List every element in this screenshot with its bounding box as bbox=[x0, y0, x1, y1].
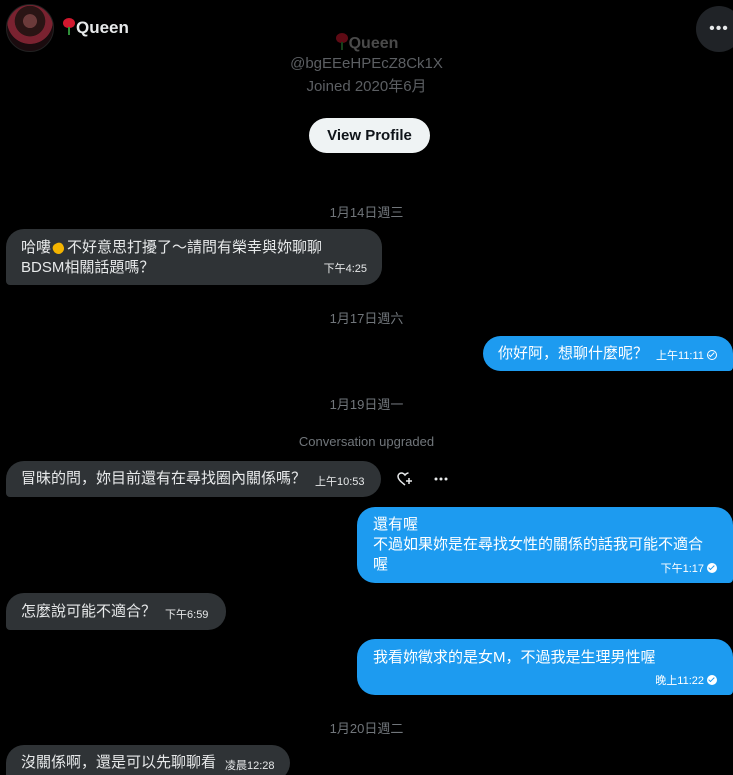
waving-hand-icon bbox=[51, 239, 67, 255]
sent-check-icon bbox=[706, 349, 717, 360]
message-text: 還有喔 bbox=[373, 516, 419, 533]
message-sent[interactable]: 我看妳徵求的是女M，不過我是生理男性喔 晚上11:22 bbox=[357, 639, 733, 695]
message-text: 不過如果妳是在尋找女性的關係的話我可能不適合 bbox=[373, 536, 704, 553]
profile-name-label: Queen bbox=[348, 35, 399, 52]
add-reaction-icon[interactable] bbox=[396, 470, 414, 488]
message-text: 哈嘍 不好意思打擾了～請問有榮幸與妳聊聊 bbox=[21, 239, 323, 256]
message-text: 我看妳徵求的是女M，不過我是生理男性喔 bbox=[373, 649, 656, 666]
date-separator: 1月17日週六 bbox=[329, 311, 404, 326]
message-text: 怎麼說可能不適合？ bbox=[21, 602, 157, 620]
message-timestamp: 上午10:53 bbox=[315, 476, 365, 488]
message-text: 沒關係啊，還是可以先聊聊看 bbox=[21, 754, 217, 771]
profile-name: Queen bbox=[0, 33, 733, 53]
message-received[interactable]: 沒關係啊，還是可以先聊聊看 凌晨12:28 bbox=[6, 745, 290, 775]
profile-joined: Joined 2020年6月 bbox=[306, 78, 427, 95]
message-timestamp: 下午6:59 bbox=[165, 608, 209, 621]
message-received[interactable]: 冒昧的問，妳目前還有在尋找圈內關係嗎？ 上午10:53 bbox=[6, 461, 381, 497]
rose-icon bbox=[335, 33, 349, 50]
message-text: 冒昧的問，妳目前還有在尋找圈內關係嗎？ bbox=[21, 470, 307, 487]
more-options-icon[interactable] bbox=[432, 470, 450, 488]
message-timestamp: 下午4:25 bbox=[323, 263, 367, 275]
date-separator: 1月14日週三 bbox=[329, 205, 404, 220]
message-timestamp: 下午1:17 bbox=[661, 562, 717, 576]
conversation-upgraded-note: Conversation upgraded bbox=[298, 434, 435, 449]
message-received[interactable]: 怎麼說可能不適合？ 下午6:59 bbox=[6, 593, 226, 630]
date-separator: 1月20日週二 bbox=[329, 721, 404, 736]
profile-handle: @bgEEeHPEcZ8Ck1X bbox=[290, 55, 443, 72]
view-profile-button[interactable]: View Profile bbox=[309, 118, 430, 153]
message-timestamp: 凌晨12:28 bbox=[225, 760, 275, 772]
message-received[interactable]: 哈嘍 不好意思打擾了～請問有榮幸與妳聊聊 BDSM相關話題嗎？ 下午4:25 bbox=[6, 229, 382, 285]
date-separator: 1月19日週一 bbox=[329, 397, 404, 412]
message-timestamp: 晚上11:22 bbox=[655, 674, 717, 688]
message-sent[interactable]: 你好阿，想聊什麼呢？ 上午11:11 bbox=[483, 336, 733, 371]
message-text: 你好阿，想聊什麼呢？ bbox=[498, 344, 649, 362]
sent-check-icon bbox=[707, 563, 717, 573]
sent-check-icon bbox=[707, 675, 717, 685]
message-text: BDSM相關話題嗎？ 下午4:25 bbox=[21, 259, 367, 276]
message-timestamp: 上午11:11 bbox=[656, 349, 717, 363]
message-sent[interactable]: 還有喔 不過如果妳是在尋找女性的關係的話我可能不適合 喔 下午1:17 bbox=[357, 507, 733, 583]
